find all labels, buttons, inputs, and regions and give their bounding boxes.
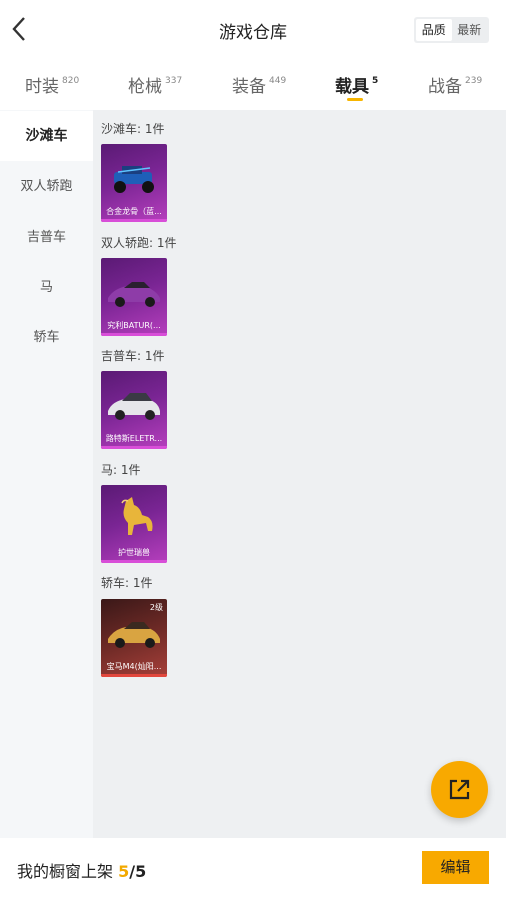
item-card[interactable]: 合金龙骨（蓝... xyxy=(101,144,167,222)
sidebar-item-sedan[interactable]: 轿车 xyxy=(0,313,93,363)
tab-label: 枪械 xyxy=(128,77,162,97)
tab-vehicles[interactable]: 载具 5 xyxy=(335,72,378,97)
sedan-vehicle-icon xyxy=(108,622,160,648)
tab-label: 装备 xyxy=(232,77,266,97)
suv-vehicle-icon xyxy=(108,393,160,420)
item-list: 沙滩车: 1件 合金龙骨（蓝... 双人轿跑: 1件 究利BATUR(... 吉… xyxy=(93,110,506,838)
tab-fashion[interactable]: 时装 820 xyxy=(25,72,79,97)
category-tabs: 时装 820 枪械 337 装备 449 载具 5 战备 239 xyxy=(0,60,506,110)
group-label: 吉普车: 1件 xyxy=(101,349,165,363)
item-card[interactable]: 护世瑞兽 xyxy=(101,485,167,563)
edit-button[interactable]: 编辑 xyxy=(422,851,489,884)
tab-count: 820 xyxy=(62,76,80,86)
tab-count: 449 xyxy=(269,76,287,86)
tab-label: 载具 xyxy=(335,77,369,97)
item-card[interactable]: 究利BATUR(... xyxy=(101,258,167,336)
tab-label: 战备 xyxy=(428,77,462,97)
showcase-max-count: 5 xyxy=(135,862,147,881)
group-label: 马: 1件 xyxy=(101,463,141,477)
group-label: 双人轿跑: 1件 xyxy=(101,236,177,250)
tab-count: 5 xyxy=(372,76,379,86)
horse-icon xyxy=(121,497,153,535)
item-name: 合金龙骨（蓝... xyxy=(106,207,162,216)
group-label: 轿车: 1件 xyxy=(101,576,153,590)
showcase-current-count: 5 xyxy=(118,862,130,881)
sort-quality[interactable]: 品质 xyxy=(416,19,452,41)
tab-count: 239 xyxy=(465,76,483,86)
buggy-vehicle-icon xyxy=(114,166,154,193)
tab-label: 时装 xyxy=(25,77,59,97)
sidebar-item-coupe[interactable]: 双人轿跑 xyxy=(0,162,93,212)
item-name: 宝马M4(灿阳... xyxy=(106,662,162,671)
sidebar-item-jeep[interactable]: 吉普车 xyxy=(0,213,93,263)
sort-latest[interactable]: 最新 xyxy=(452,19,488,41)
tab-combat-supplies[interactable]: 战备 239 xyxy=(428,72,482,97)
item-name: 护世瑞兽 xyxy=(118,548,150,557)
active-tab-indicator xyxy=(347,98,363,101)
item-name: 路特斯ELETR... xyxy=(105,434,163,443)
coupe-vehicle-icon xyxy=(108,282,160,307)
sidebar-item-horse[interactable]: 马 xyxy=(0,263,93,313)
tab-equipment[interactable]: 装备 449 xyxy=(232,72,286,97)
share-button[interactable] xyxy=(431,761,488,818)
tab-count: 337 xyxy=(165,76,183,86)
sort-toggle[interactable]: 品质 最新 xyxy=(414,17,489,43)
bottom-bar: 我的橱窗上架 5/5 编辑 xyxy=(0,838,506,897)
showcase-label: 我的橱窗上架 xyxy=(17,862,114,881)
group-label: 沙滩车: 1件 xyxy=(101,122,165,136)
showcase-status: 我的橱窗上架 5/5 xyxy=(17,858,146,882)
sidebar-item-beach-buggy[interactable]: 沙滩车 xyxy=(0,111,93,161)
header: 游戏仓库 品质 最新 xyxy=(0,0,506,60)
external-link-icon xyxy=(449,779,470,800)
item-name: 究利BATUR(... xyxy=(107,321,161,330)
item-card[interactable]: 2级 宝马M4(灿阳... xyxy=(101,599,167,677)
item-card[interactable]: 路特斯ELETR... xyxy=(101,371,167,449)
tab-weapons[interactable]: 枪械 337 xyxy=(128,72,182,97)
sidebar: 沙滩车 双人轿跑 吉普车 马 轿车 xyxy=(0,110,93,838)
